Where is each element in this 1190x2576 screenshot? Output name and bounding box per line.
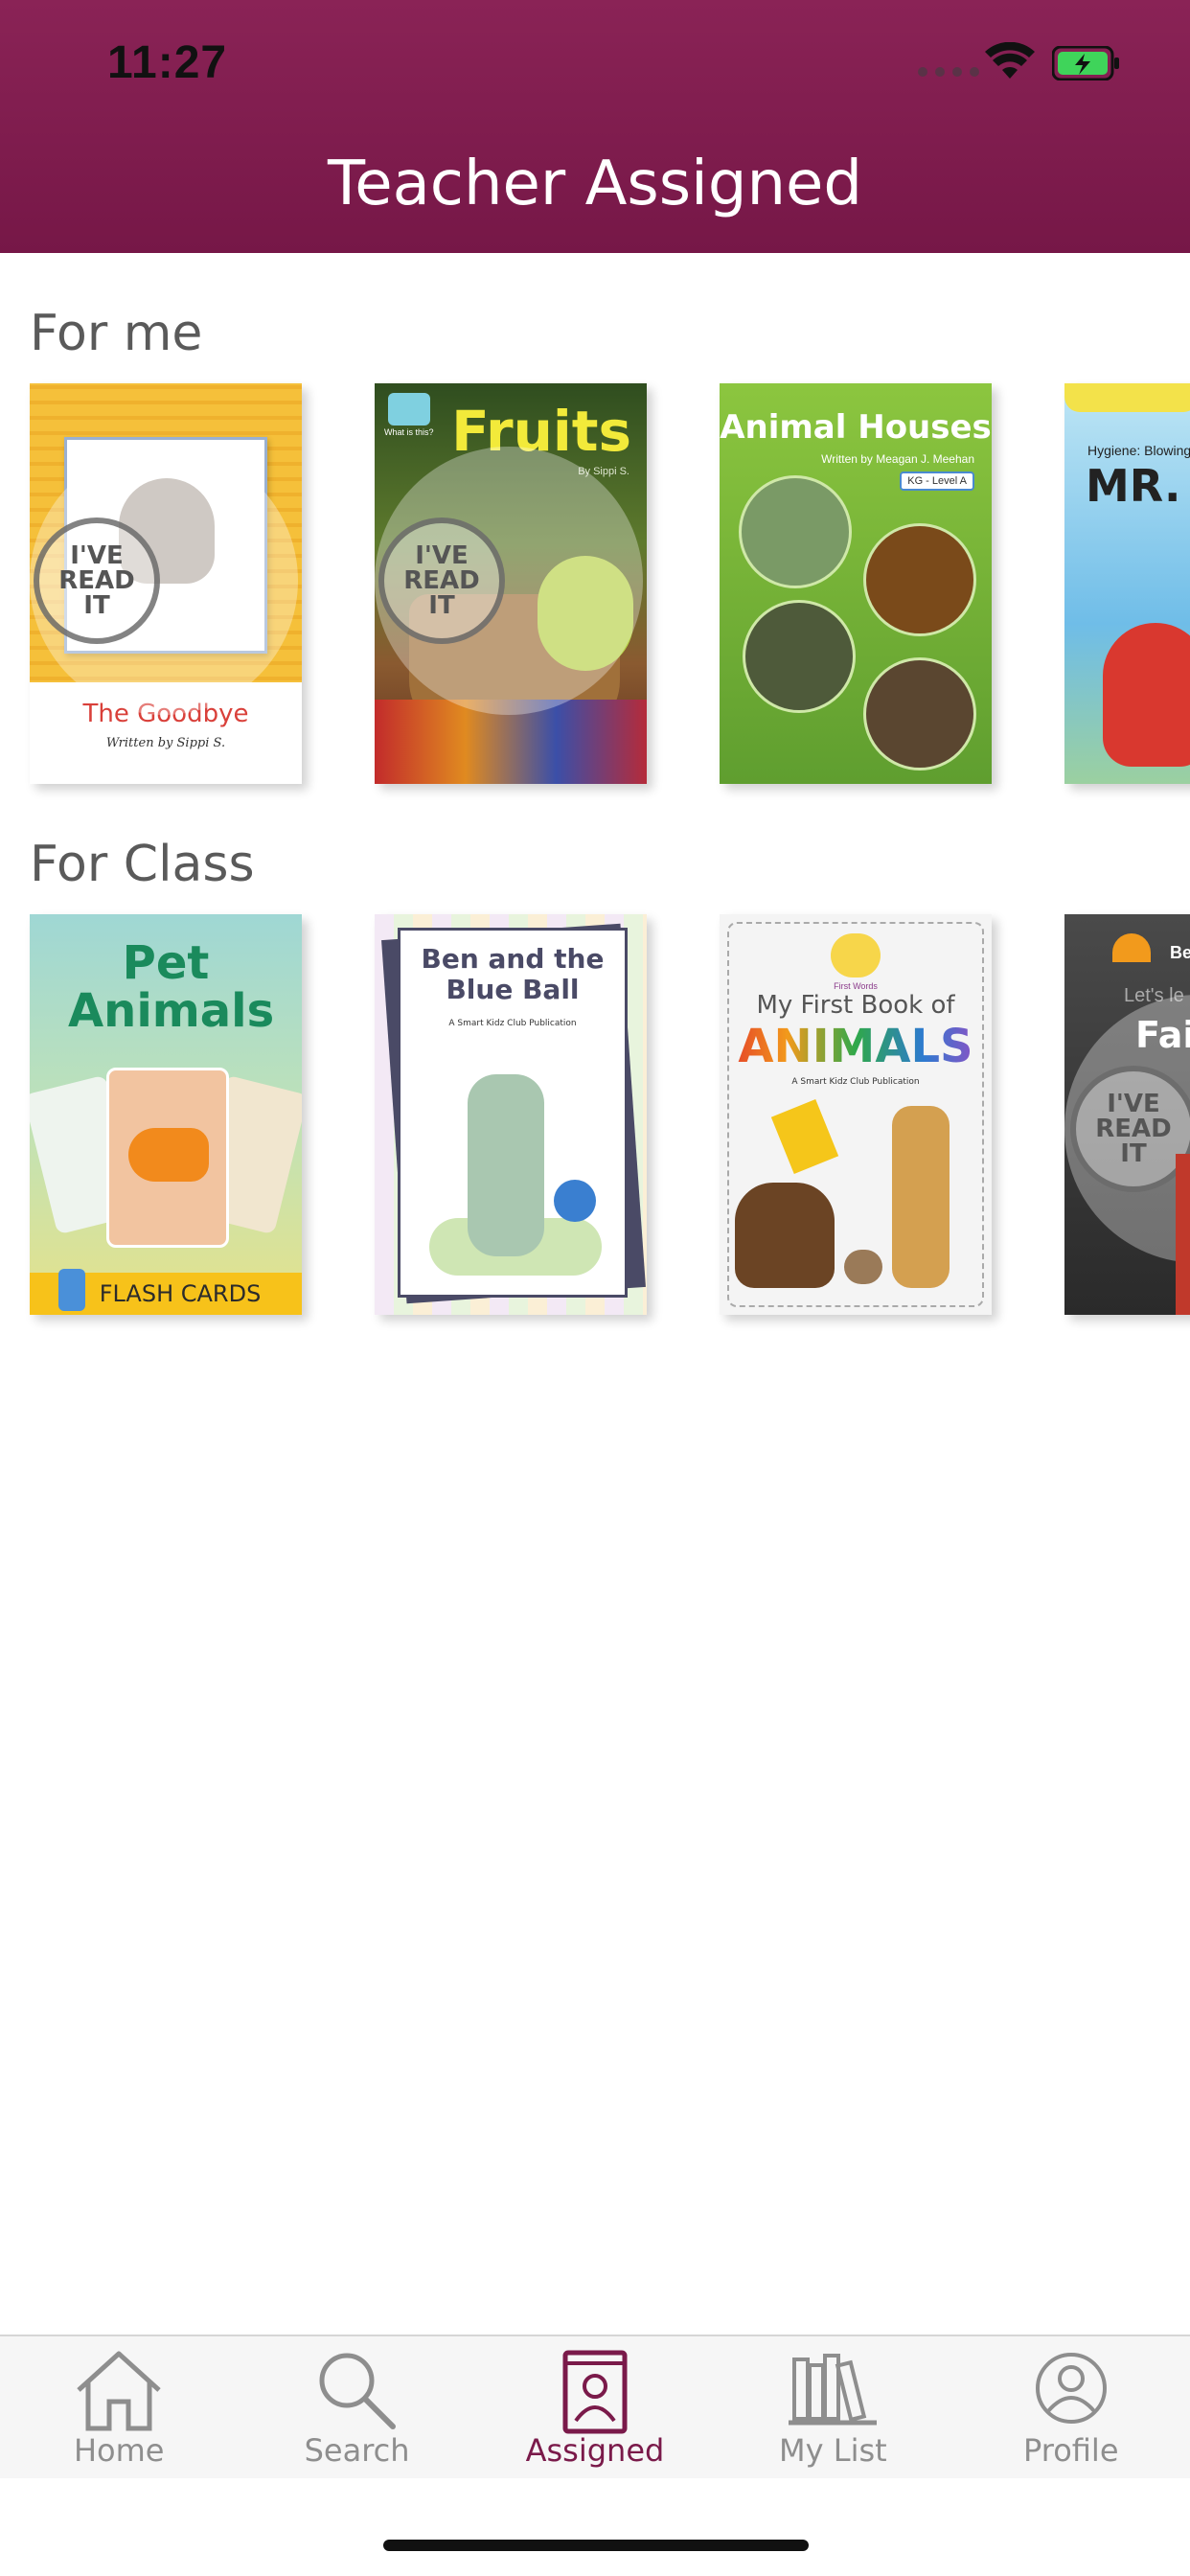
dog-house-photo [863,657,976,770]
book-pet-animals[interactable]: Pet Animals FLASH CARDS [30,914,302,1315]
book-mr-s[interactable]: Hygiene: Blowing MR. S [1064,383,1190,784]
bird-photo [739,475,852,588]
profile-icon [1035,2353,1107,2424]
tab-label: Assigned [525,2432,665,2469]
person-illustration [1176,1154,1190,1315]
tab-profile[interactable]: Profile [952,2336,1190,2480]
section-title-for-class: For Class [30,836,255,893]
kid-mascot-icon [58,1269,85,1311]
tab-label: Profile [1023,2432,1119,2469]
boy-illustration [468,1074,544,1256]
cover-frame: Ben and the Blue Ball A Smart Kidz Club … [398,928,628,1298]
book-ben-and-the-blue-ball[interactable]: Ben and the Blue Ball A Smart Kidz Club … [375,914,647,1315]
book-author: Written by Sippi S. [105,736,226,750]
book-title: My First Book of [756,991,955,1020]
level-badge: KG - Level A [900,472,974,491]
search-icon [319,2353,396,2429]
bear-illustration [735,1183,835,1288]
book-title: Ben and the Blue Ball [421,943,605,1005]
badge-label: First Words [834,981,878,991]
home-indicator[interactable] [383,2540,809,2551]
badge-label: What is this? [384,427,434,437]
page-title: Teacher Assigned [327,149,863,219]
book-the-goodbye[interactable]: The Goodbye Written by Sippi S. I'VE READ… [30,383,302,784]
cellular-signal-icon [918,67,979,77]
tab-assigned[interactable]: Assigned [476,2336,714,2480]
rabbit-illustration [844,1250,882,1284]
assigned-book-icon [562,2350,628,2434]
read-stamp: I'VE READ IT [34,518,160,644]
book-title: Animal Houses [720,408,992,447]
first-words-badge-icon [831,933,881,978]
book-title: Pet Animals [68,936,275,1038]
tab-home[interactable]: Home [0,2336,238,2480]
status-time: 11:27 [107,37,228,88]
tab-my-list[interactable]: My List [714,2336,951,2480]
question-badge-icon [388,393,430,426]
goldfish-card [106,1068,229,1248]
home-icon [77,2351,161,2431]
book-author: Written by Meagan J. Meehan [821,452,974,466]
book-animal-houses[interactable]: Animal Houses Written by Meagan J. Meeha… [720,383,992,784]
book-publisher: A Smart Kidz Club Publication [448,1019,577,1028]
tab-label: Home [73,2432,165,2469]
squirrel-photo [743,600,856,713]
goldfish-illustration [128,1128,209,1182]
book-fair[interactable]: Be Let's le Fair I'VEREADIT [1064,914,1190,1315]
book-my-first-book-of-animals[interactable]: First Words My First Book of ANIMALS A S… [720,914,992,1315]
book-subtitle: Hygiene: Blowing [1087,443,1190,458]
book-title-big: ANIMALS [720,1020,992,1073]
tab-label: My List [779,2432,887,2469]
wifi-icon [985,42,1035,79]
germ-character-illustration [1103,623,1190,767]
tab-bar: Home Search Assigned My List Profile [0,2334,1190,2478]
book-fruits[interactable]: What is this? Fruits By Sippi S. I'VE REA… [375,383,647,784]
book-publisher: A Smart Kidz Club Publication [791,1077,920,1087]
battery-icon [1052,46,1119,80]
read-stamp: I'VE READ IT [1070,1066,1190,1192]
tab-search[interactable]: Search [238,2336,475,2480]
brand-label: Be [1170,943,1190,962]
book-title: MR. S [1086,460,1190,512]
giraffe-illustration [892,1106,950,1288]
app-header: 11:27 Teacher Assigned [0,0,1190,253]
slime-drip [1064,383,1190,412]
blue-ball-illustration [554,1180,596,1222]
section-title-for-me: For me [30,305,203,362]
brand-logo-icon [1112,933,1151,962]
tab-label: Search [304,2432,410,2469]
honeycomb-photo [863,523,976,636]
bookshelf-icon [789,2354,878,2426]
read-stamp: I'VE READ IT [378,518,505,644]
